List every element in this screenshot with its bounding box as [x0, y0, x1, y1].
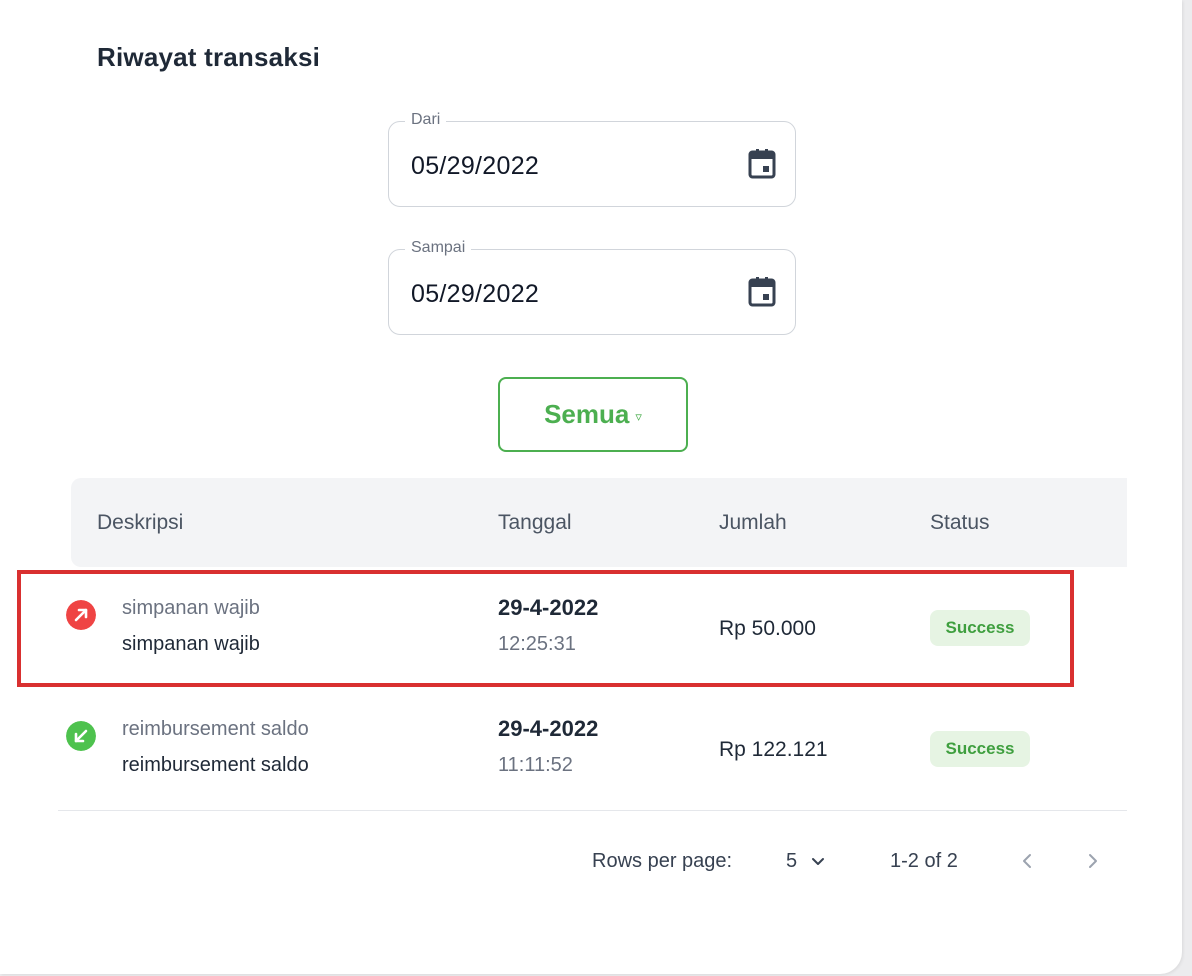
- transaction-history-card: Riwayat transaksi Dari 05/29/2022 Sampai…: [0, 0, 1182, 974]
- column-header-date: Tanggal: [498, 511, 572, 534]
- column-header-status: Status: [930, 511, 990, 534]
- date-to-label: Sampai: [405, 239, 472, 257]
- row-description: simpanan wajib: [122, 597, 260, 619]
- rows-per-page-select[interactable]: 5: [786, 850, 825, 873]
- table-divider: [58, 810, 1127, 811]
- chevron-right-icon: [1089, 854, 1097, 868]
- rows-per-page-label: Rows per page:: [592, 850, 733, 872]
- date-to-value[interactable]: 05/29/2022: [411, 280, 539, 309]
- row-time: 11:11:52: [498, 754, 573, 776]
- column-header-description: Deskripsi: [97, 511, 184, 534]
- row-date: 29-4-2022: [498, 595, 599, 620]
- table-header: Deskripsi Tanggal Jumlah Status: [71, 478, 1127, 567]
- arrow-up-right-icon: [66, 600, 96, 630]
- calendar-icon[interactable]: [747, 276, 777, 308]
- row-date: 29-4-2022: [498, 716, 599, 741]
- date-from-label: Dari: [405, 111, 447, 129]
- calendar-icon[interactable]: [747, 148, 777, 180]
- row-amount: Rp 50.000: [719, 617, 816, 640]
- row-time: 12:25:31: [498, 633, 576, 655]
- date-to-field[interactable]: Sampai 05/29/2022: [388, 239, 796, 335]
- date-from-field[interactable]: Dari 05/29/2022: [388, 111, 796, 207]
- chevron-down-icon: [811, 858, 824, 865]
- chevron-left-icon: [1023, 854, 1031, 868]
- table-row[interactable]: simpanan wajib simpanan wajib 29-4-2022 …: [58, 570, 1127, 690]
- table-row[interactable]: reimbursement saldo reimbursement saldo …: [58, 691, 1127, 811]
- column-header-amount: Jumlah: [719, 511, 787, 534]
- row-description-detail: reimbursement saldo: [122, 754, 309, 776]
- pagination-range: 1-2 of 2: [890, 850, 958, 872]
- row-description: reimbursement saldo: [122, 718, 309, 740]
- status-badge: Success: [930, 610, 1030, 646]
- status-badge: Success: [930, 731, 1030, 767]
- transaction-type-filter-button[interactable]: Semua ▿: [498, 377, 688, 452]
- next-page-button[interactable]: [1086, 850, 1100, 879]
- rows-per-page-value: 5: [786, 850, 798, 872]
- row-amount: Rp 122.121: [719, 738, 828, 761]
- page-title: Riwayat transaksi: [97, 42, 321, 72]
- triangle-down-icon: ▿: [635, 408, 642, 424]
- row-description-detail: simpanan wajib: [122, 633, 260, 655]
- filter-label: Semua: [544, 399, 630, 429]
- date-from-value[interactable]: 05/29/2022: [411, 152, 539, 181]
- arrow-down-left-icon: [66, 721, 96, 751]
- previous-page-button[interactable]: [1020, 850, 1034, 879]
